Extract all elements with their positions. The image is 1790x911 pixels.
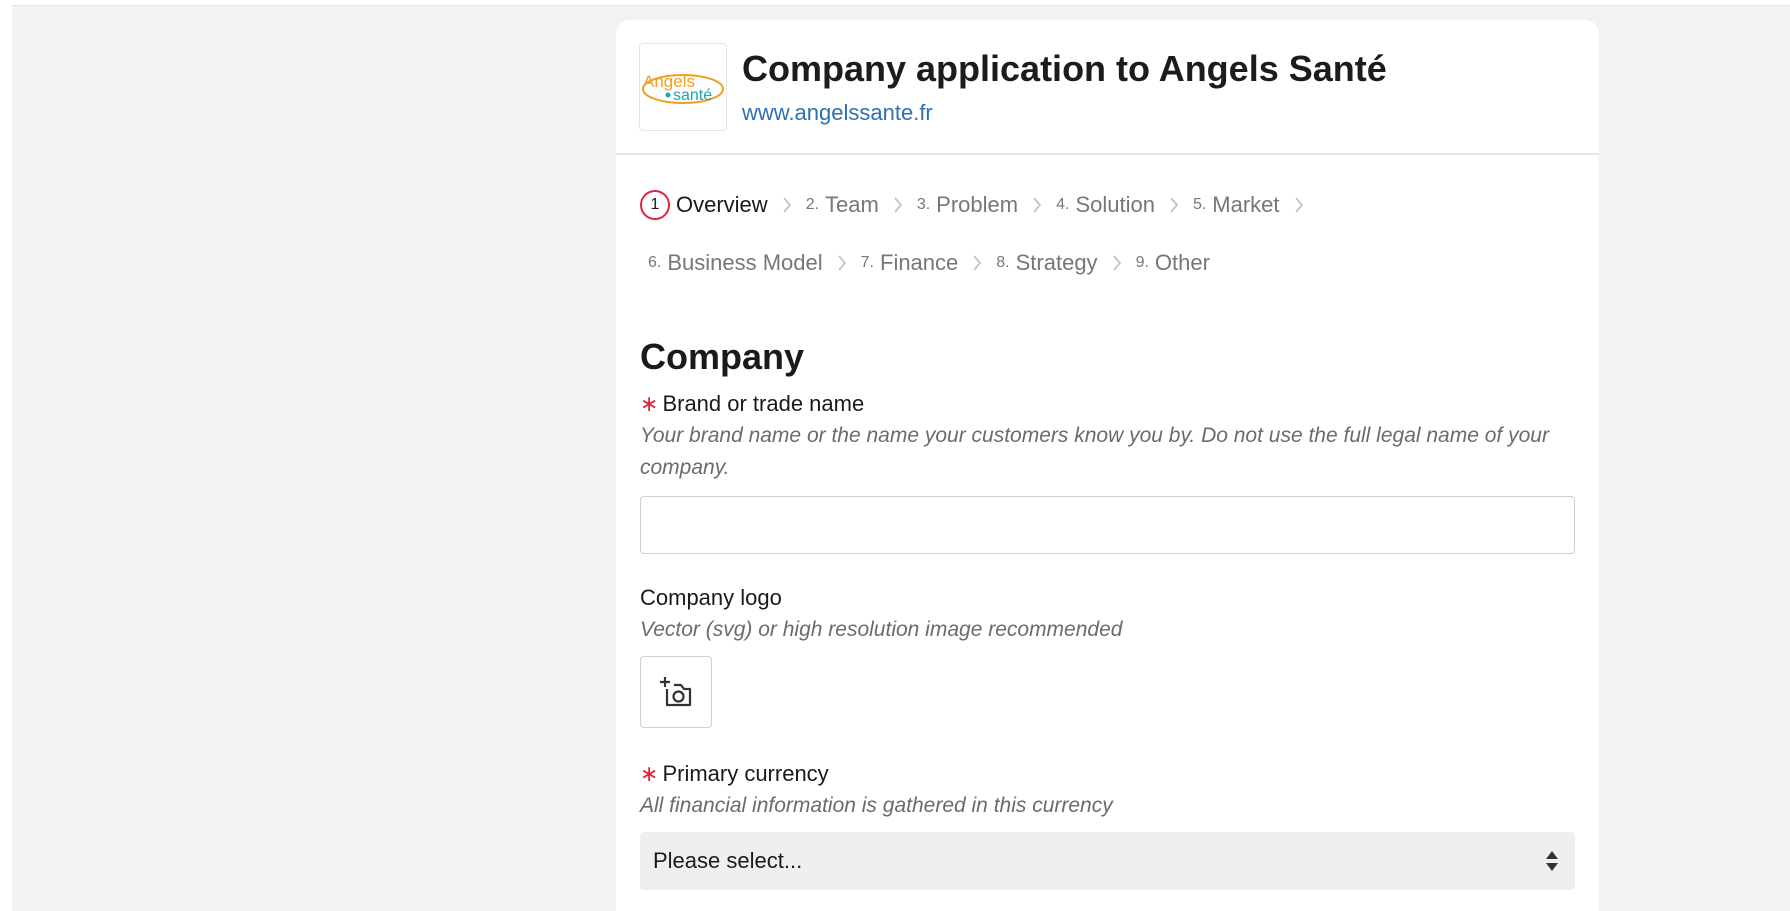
logo-help: Vector (svg) or high resolution image re… (640, 618, 1123, 641)
step-label: Overview (676, 192, 768, 217)
angels-sante-logo: Angels santé (642, 72, 724, 104)
currency-help: All financial information is gathered in… (640, 794, 1113, 817)
step-solution[interactable]: 4. Solution (1056, 192, 1155, 218)
section-title: Company (640, 336, 805, 377)
step-number: 3. (916, 196, 931, 213)
chevron-right-icon (973, 255, 982, 271)
brand-label: ∗ Brand or trade name (640, 388, 1575, 420)
chevron-right-icon (837, 255, 846, 271)
step-label: Market (1212, 192, 1280, 217)
steps-row-1: 1 Overview 2. Team 3. Problem 4. Solution 5. Mark… (640, 188, 1580, 222)
chevron-right-icon (1294, 197, 1303, 213)
page-title: Company application to Angels Santé (742, 48, 1387, 89)
step-number: 2. (805, 196, 820, 213)
step-label: Finance (880, 250, 959, 275)
step-label: Business Model (667, 250, 823, 275)
required-mark: ∗ (640, 761, 659, 786)
logo-upload-button[interactable] (640, 656, 712, 728)
website-link[interactable]: www.angelssante.fr (742, 100, 933, 126)
brand-name-input[interactable] (640, 496, 1575, 554)
brand-label-text: Brand or trade name (662, 391, 865, 416)
add-photo-icon (660, 677, 692, 707)
step-label: Team (825, 192, 879, 217)
top-border (0, 0, 1790, 6)
currency-field: ∗ Primary currency All financial informa… (640, 758, 1575, 890)
brand-field: ∗ Brand or trade name Your brand name or… (640, 388, 1575, 554)
brand-help: Your brand name or the name your custome… (640, 424, 1549, 479)
chevron-right-icon (1033, 197, 1042, 213)
logo-text-bottom: santé (673, 87, 712, 104)
step-number: 4. (1056, 196, 1070, 213)
company-logo: Angels santé (639, 43, 727, 131)
step-market[interactable]: 5. Market (1193, 192, 1280, 218)
step-number: 6. (648, 254, 662, 271)
sort-arrows-icon (1546, 851, 1558, 871)
step-label: Other (1154, 250, 1210, 275)
step-number: 7. (860, 254, 874, 271)
step-overview[interactable]: 1 Overview (640, 190, 768, 220)
currency-label: ∗ Primary currency (640, 758, 1575, 790)
left-border (0, 0, 12, 911)
step-business-model[interactable]: 6. Business Model (648, 250, 823, 276)
currency-select[interactable]: Please select... (640, 832, 1575, 890)
step-navigation: 1 Overview 2. Team 3. Problem 4. Solution 5. Mark… (640, 188, 1580, 304)
chevron-right-icon (1170, 197, 1179, 213)
application-card: Angels santé Company application to Ange… (616, 20, 1599, 911)
step-label: Solution (1075, 192, 1155, 217)
required-mark: ∗ (640, 391, 659, 416)
step-finance[interactable]: 7. Finance (861, 250, 959, 276)
step-label: Problem (936, 192, 1019, 217)
step-strategy[interactable]: 8. Strategy (996, 250, 1097, 276)
currency-selected-value: Please select... (653, 848, 803, 873)
step-number: 9. (1135, 254, 1149, 271)
step-problem[interactable]: 3. Problem (917, 192, 1018, 218)
step-number: 8. (996, 254, 1010, 271)
step-number: 5. (1192, 196, 1207, 213)
step-other[interactable]: 9. Other (1136, 250, 1210, 276)
step-number-circle: 1 (640, 190, 670, 220)
step-team[interactable]: 2. Team (806, 192, 879, 218)
chevron-right-icon (783, 197, 791, 213)
chevron-right-icon (894, 197, 903, 213)
steps-row-2: 6. Business Model 7. Finance 8. Strategy 9. Oth… (640, 246, 1580, 280)
card-header: Angels santé Company application to Ange… (616, 20, 1599, 155)
step-label: Strategy (1015, 250, 1098, 275)
logo-field: Company logo Vector (svg) or high resolu… (640, 582, 1575, 728)
company-form: Company ∗ Brand or trade name Your brand… (640, 336, 1575, 890)
chevron-right-icon (1112, 255, 1121, 271)
currency-label-text: Primary currency (662, 761, 829, 786)
logo-label: Company logo (640, 585, 782, 610)
